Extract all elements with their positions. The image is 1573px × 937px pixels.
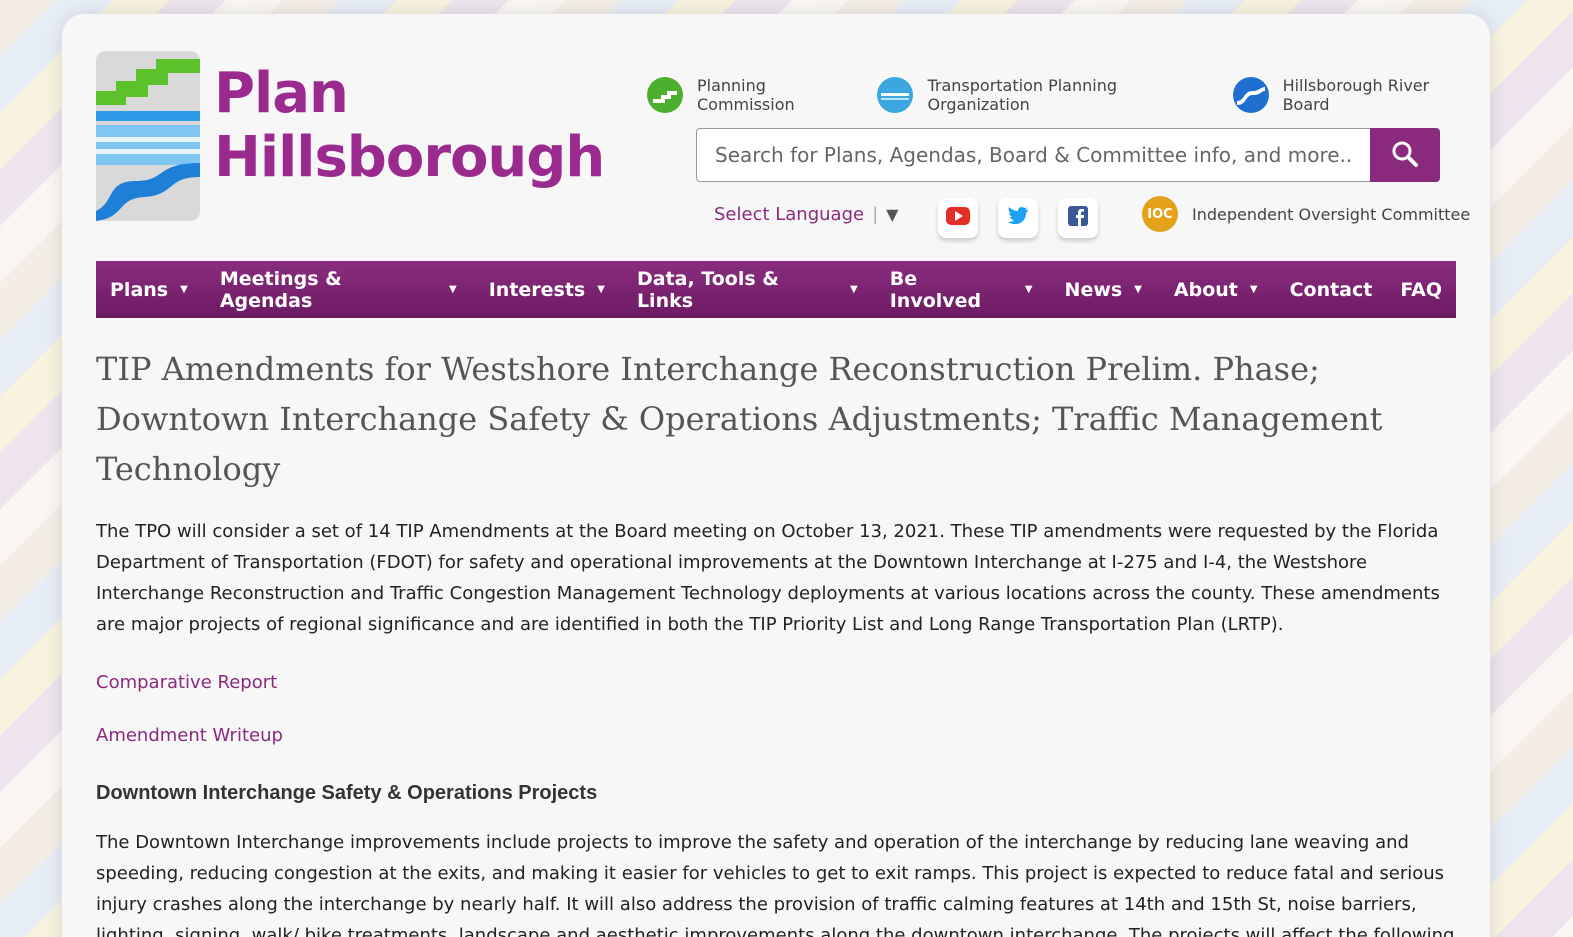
youtube-icon — [946, 207, 970, 229]
twitter-icon — [1007, 206, 1029, 230]
tpo-logo-icon — [877, 77, 914, 113]
nav-label: Be Involved — [889, 267, 982, 312]
caret-down-icon: ▼ — [1249, 284, 1258, 295]
facebook-icon — [1068, 206, 1088, 230]
nav-item-data-tools-links[interactable]: Data, Tools & Links ▼ — [623, 261, 876, 318]
nav-item-about[interactable]: About ▼ — [1160, 261, 1276, 318]
nav-item-contact[interactable]: Contact — [1276, 261, 1387, 318]
caret-down-icon: ▼ — [1024, 284, 1033, 295]
nav-label: About — [1173, 278, 1238, 301]
chevron-down-icon: ▼ — [886, 205, 899, 224]
caret-down-icon: ▼ — [850, 284, 858, 295]
section-heading: Downtown Interchange Safety & Operations… — [96, 782, 598, 804]
nav-item-interests[interactable]: Interests ▼ — [475, 261, 623, 318]
org-link-river-board[interactable]: Hillsborough River Board — [1232, 76, 1480, 114]
section-paragraph: The Downtown Interchange improvements in… — [96, 832, 1455, 937]
org-label: Planning Commission — [697, 76, 795, 114]
org-label: Transportation Planning Organization — [927, 76, 1118, 114]
language-divider: | — [872, 204, 879, 225]
site-logo-text[interactable]: Plan Hillsborough — [214, 61, 605, 190]
partner-org-links: Planning Commission Transportation Plann… — [647, 76, 1490, 114]
nav-label: FAQ — [1400, 278, 1443, 301]
org-link-planning-commission[interactable]: Planning Commission — [647, 76, 867, 114]
youtube-link[interactable] — [938, 198, 978, 238]
planning-commission-logo-icon — [647, 77, 683, 113]
ioc-link[interactable]: IOC Independent Oversight Committee — [1142, 196, 1470, 232]
comparative-report-link[interactable]: Comparative Report — [96, 672, 1466, 693]
caret-down-icon: ▼ — [1134, 284, 1142, 295]
org-link-tpo[interactable]: Transportation Planning Organization — [877, 76, 1222, 114]
ioc-logo-icon: IOC — [1142, 196, 1178, 232]
nav-item-plans[interactable]: Plans ▼ — [96, 261, 206, 318]
nav-item-be-involved[interactable]: Be Involved ▼ — [876, 261, 1051, 318]
search-icon — [1391, 140, 1419, 171]
river-board-logo-icon — [1232, 77, 1269, 113]
amendment-writeup-link[interactable]: Amendment Writeup — [96, 725, 1466, 746]
facebook-link[interactable] — [1058, 198, 1098, 238]
nav-item-meetings-agendas[interactable]: Meetings & Agendas ▼ — [206, 261, 475, 318]
nav-item-faq[interactable]: FAQ — [1386, 261, 1456, 318]
article-content: TIP Amendments for Westshore Interchange… — [96, 344, 1466, 937]
nav-label: News — [1064, 278, 1123, 301]
intro-paragraph: The TPO will consider a set of 14 TIP Am… — [96, 521, 1440, 635]
caret-down-icon: ▼ — [597, 284, 605, 295]
site-search — [696, 128, 1440, 182]
language-selector[interactable]: Select Language | ▼ — [714, 204, 898, 225]
plan-hillsborough-logo-icon[interactable] — [96, 51, 200, 221]
nav-label: Data, Tools & Links — [636, 267, 779, 312]
nav-item-news[interactable]: News ▼ — [1051, 261, 1160, 318]
main-nav: Plans ▼ Meetings & Agendas ▼ Interests ▼ Da… — [96, 261, 1456, 318]
nav-label: Meetings & Agendas — [219, 267, 342, 312]
nav-label: Interests — [488, 278, 586, 301]
logo-line-plan: Plan — [214, 61, 349, 126]
ioc-label: Independent Oversight Committee — [1192, 204, 1471, 224]
caret-down-icon: ▼ — [449, 284, 457, 295]
social-links — [938, 198, 1118, 238]
logo-line-hillsborough: Hillsborough — [214, 125, 605, 190]
page-card: Plan Hillsborough Planning Commission Tr… — [62, 14, 1490, 937]
page-title: TIP Amendments for Westshore Interchange… — [96, 350, 1383, 488]
nav-label: Contact — [1289, 278, 1373, 301]
nav-label: Plans — [110, 278, 169, 301]
language-label: Select Language — [714, 204, 865, 225]
search-input[interactable] — [696, 128, 1370, 182]
search-button[interactable] — [1370, 128, 1440, 182]
org-label: Hillsborough River Board — [1282, 76, 1430, 114]
twitter-link[interactable] — [998, 198, 1038, 238]
caret-down-icon: ▼ — [180, 284, 188, 295]
